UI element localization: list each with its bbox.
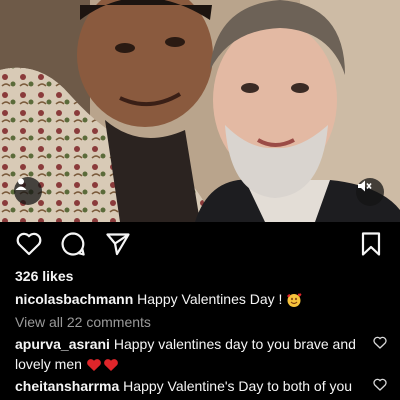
share-button[interactable] bbox=[105, 231, 131, 257]
comment-like-heart-icon[interactable] bbox=[373, 378, 387, 391]
like-button[interactable] bbox=[16, 231, 42, 257]
heart-outline-icon bbox=[16, 232, 42, 256]
likes-count[interactable]: 326 likes bbox=[15, 266, 395, 286]
comment-item: apurva_asrani Happy valentines day to yo… bbox=[15, 334, 395, 374]
caption-username[interactable]: nicolasbachmann bbox=[15, 291, 133, 307]
caption-text: Happy Valentines Day ! bbox=[137, 291, 283, 307]
comment-like-heart-icon[interactable] bbox=[373, 336, 387, 349]
comment-bubble-icon bbox=[61, 232, 85, 256]
person-tag-icon bbox=[15, 178, 27, 190]
post-details: 326 likes nicolasbachmann Happy Valentin… bbox=[15, 266, 395, 400]
comment-username[interactable]: cheitansharrma bbox=[15, 378, 119, 394]
post-action-bar bbox=[0, 228, 400, 260]
comment-username[interactable]: apurva_asrani bbox=[15, 336, 110, 352]
comment-button[interactable] bbox=[60, 231, 86, 257]
paper-plane-icon bbox=[106, 233, 130, 256]
save-button[interactable] bbox=[358, 231, 384, 257]
comment-text: Happy Valentine's Day to both of you bbox=[123, 378, 353, 394]
smiling-face-with-hearts-icon bbox=[287, 293, 302, 308]
tag-people-button[interactable] bbox=[14, 177, 42, 205]
photo-illustration bbox=[0, 0, 400, 222]
bookmark-icon bbox=[361, 232, 381, 256]
two-red-hearts-icon bbox=[86, 359, 118, 372]
post-caption: nicolasbachmann Happy Valentines Day ! bbox=[15, 289, 395, 309]
comment-item: cheitansharrma Happy Valentine's Day to … bbox=[15, 376, 395, 400]
mute-toggle-button[interactable] bbox=[356, 178, 384, 206]
speaker-muted-icon bbox=[358, 180, 372, 192]
comment-emoji-row bbox=[15, 396, 365, 400]
post-photo[interactable] bbox=[0, 0, 400, 222]
view-all-comments-link[interactable]: View all 22 comments bbox=[15, 312, 395, 332]
